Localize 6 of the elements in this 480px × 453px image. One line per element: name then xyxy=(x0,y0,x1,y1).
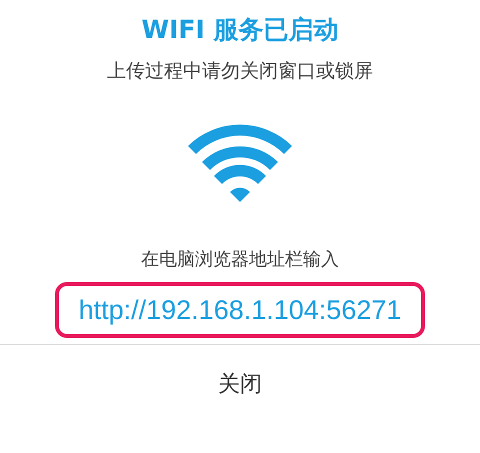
close-button[interactable]: 关闭 xyxy=(178,359,302,409)
url-text: http://192.168.1.104:56271 xyxy=(78,294,402,326)
instruction-text: 在电脑浏览器地址栏输入 xyxy=(141,248,339,272)
warning-message: 上传过程中请勿关闭窗口或锁屏 xyxy=(107,59,373,84)
wifi-icon xyxy=(188,122,292,204)
dialog-title: WIFI 服务已启动 xyxy=(142,14,338,46)
